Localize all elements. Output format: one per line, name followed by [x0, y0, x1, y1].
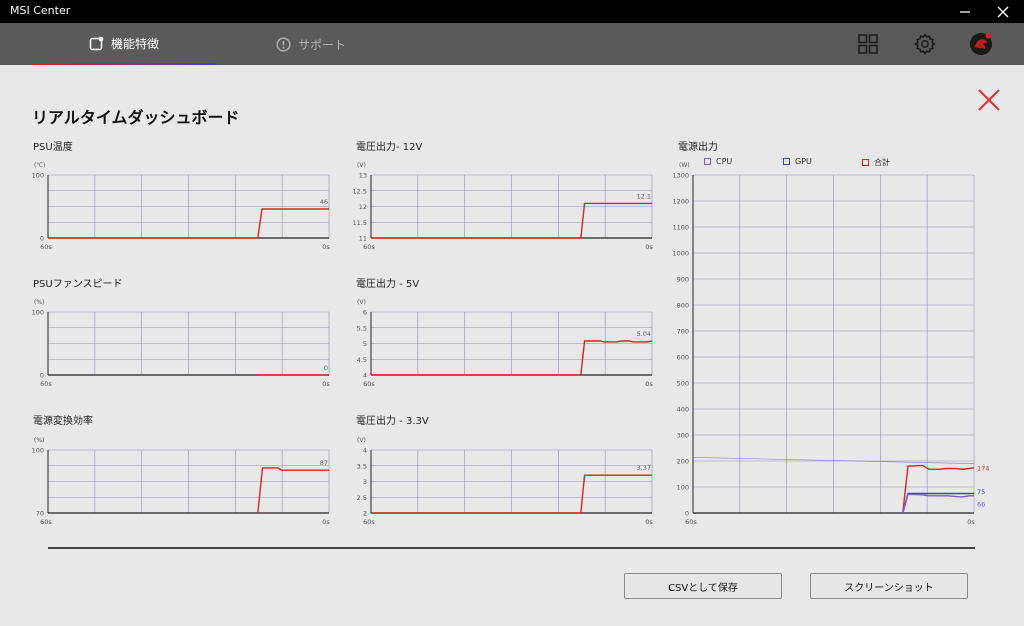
power-y-tick: 600	[677, 354, 689, 362]
v5-y-tick: 6	[363, 309, 367, 317]
power-y-tick: 700	[677, 328, 689, 336]
minimize-button[interactable]	[948, 0, 982, 23]
power-y-tick: 500	[677, 380, 689, 388]
power-y-tick: 1100	[672, 224, 689, 232]
v12-y-tick: 12	[359, 203, 367, 211]
power-end-value-total: 174	[977, 464, 989, 472]
psu-temp-x-tick-end: 0s	[322, 243, 330, 251]
dragon-avatar-icon	[969, 32, 993, 56]
v12-current-value: 12.1	[637, 192, 651, 200]
minimize-icon	[960, 10, 970, 13]
power-y-tick: 1300	[672, 172, 689, 180]
realtime-dashboard-panel: リアルタイムダッシュボード PSU温度 電圧出力- 12V PSUファンスピード…	[0, 65, 1024, 626]
v12-x-tick-end: 0s	[645, 243, 653, 251]
psu-fan-current-value: 0	[324, 364, 328, 372]
app-title: MSI Center	[10, 4, 71, 17]
v12-unit-label: (V)	[357, 162, 366, 169]
power-end-value-cpu: 66	[977, 500, 985, 508]
power-y-tick: 200	[677, 458, 689, 466]
gear-icon	[914, 33, 936, 55]
v12-y-tick: 13	[359, 172, 367, 180]
tab-support-label: サポート	[298, 37, 347, 52]
power-y-tick: 300	[677, 432, 689, 440]
v5-current-value: 5.04	[637, 330, 651, 338]
psu-temp-x-tick-start: 60s	[40, 243, 52, 251]
save-csv-button[interactable]: CSVとして保存	[624, 573, 782, 599]
power-y-tick: 0	[685, 510, 689, 518]
v33-unit-label: (V)	[357, 437, 366, 444]
feature-icon	[89, 36, 104, 50]
psu-fan-unit-label: (%)	[34, 299, 44, 306]
v33-current-value: 3.37	[637, 464, 651, 472]
psu-temp-current-value: 46	[320, 198, 328, 206]
footer-divider	[48, 547, 975, 549]
v5-x-tick-end: 0s	[645, 380, 653, 388]
power-series-cpu	[902, 493, 974, 514]
tab-support[interactable]: サポート	[276, 23, 346, 65]
efficiency-y-tick: 100	[32, 447, 44, 455]
tab-features-label: 機能特徴	[110, 36, 159, 51]
v5-x-tick-start: 60s	[363, 380, 375, 388]
charts-canvas: (℃)100060s 0s46(V)1312.51211.51160s 0s12.1…	[32, 162, 990, 526]
power-y-tick: 900	[677, 276, 689, 284]
v5-y-tick: 4.5	[357, 356, 367, 364]
psu-fan-y-tick: 100	[32, 309, 44, 317]
tab-features[interactable]: 機能特徴	[32, 23, 216, 65]
efficiency-series-total	[257, 467, 329, 514]
psu-temp-y-tick: 0	[40, 235, 44, 243]
efficiency-x-tick-start: 60s	[40, 518, 52, 526]
efficiency-x-tick-end: 0s	[322, 518, 330, 526]
close-icon	[997, 6, 1009, 17]
power-y-tick: 100	[677, 484, 689, 492]
efficiency-current-value: 87	[320, 459, 328, 467]
grid-view-button[interactable]	[856, 32, 880, 56]
v12-y-tick: 11	[359, 235, 367, 243]
v5-y-tick: 4	[363, 372, 367, 380]
title-bar: MSI Center	[0, 0, 1024, 23]
v33-y-tick: 3	[363, 478, 367, 486]
power-end-value-gpu: 75	[977, 488, 985, 496]
v33-y-tick: 3.5	[357, 462, 367, 470]
v33-y-tick: 4	[363, 447, 367, 455]
power-y-tick: 800	[677, 302, 689, 310]
support-icon	[276, 36, 291, 52]
v5-y-tick: 5	[363, 340, 367, 348]
v12-y-tick: 11.5	[353, 219, 367, 227]
power-unit-label: (W)	[679, 162, 690, 169]
psu-fan-x-tick-end: 0s	[322, 380, 330, 388]
power-y-tick: 1000	[672, 250, 689, 258]
v33-x-tick-end: 0s	[645, 518, 653, 526]
v33-y-tick: 2.5	[357, 494, 367, 502]
screenshot-button[interactable]: スクリーンショット	[810, 573, 968, 599]
power-x-tick-start: 60s	[685, 518, 697, 526]
efficiency-unit-label: (%)	[34, 437, 44, 444]
v5-unit-label: (V)	[357, 299, 366, 306]
settings-button[interactable]	[913, 32, 937, 56]
v12-y-tick: 12.5	[353, 187, 367, 195]
v5-y-tick: 5.5	[357, 324, 367, 332]
profile-avatar-button[interactable]	[969, 32, 993, 56]
v12-x-tick-start: 60s	[363, 243, 375, 251]
power-y-tick: 1200	[672, 198, 689, 206]
psu-fan-x-tick-start: 60s	[40, 380, 52, 388]
v33-x-tick-start: 60s	[363, 518, 375, 526]
efficiency-y-tick: 70	[36, 510, 44, 518]
power-x-tick-end: 0s	[967, 518, 975, 526]
grid-icon	[858, 34, 878, 54]
power-series-total	[902, 464, 975, 514]
psu-fan-y-tick: 0	[40, 372, 44, 380]
power-y-tick: 400	[677, 406, 689, 414]
psu-temp-y-tick: 100	[32, 172, 44, 180]
close-window-button[interactable]	[986, 0, 1020, 23]
nav-bar: 機能特徴 サポート	[0, 23, 1024, 65]
psu-temp-unit-label: (℃)	[34, 162, 45, 169]
v33-y-tick: 2	[363, 510, 367, 518]
